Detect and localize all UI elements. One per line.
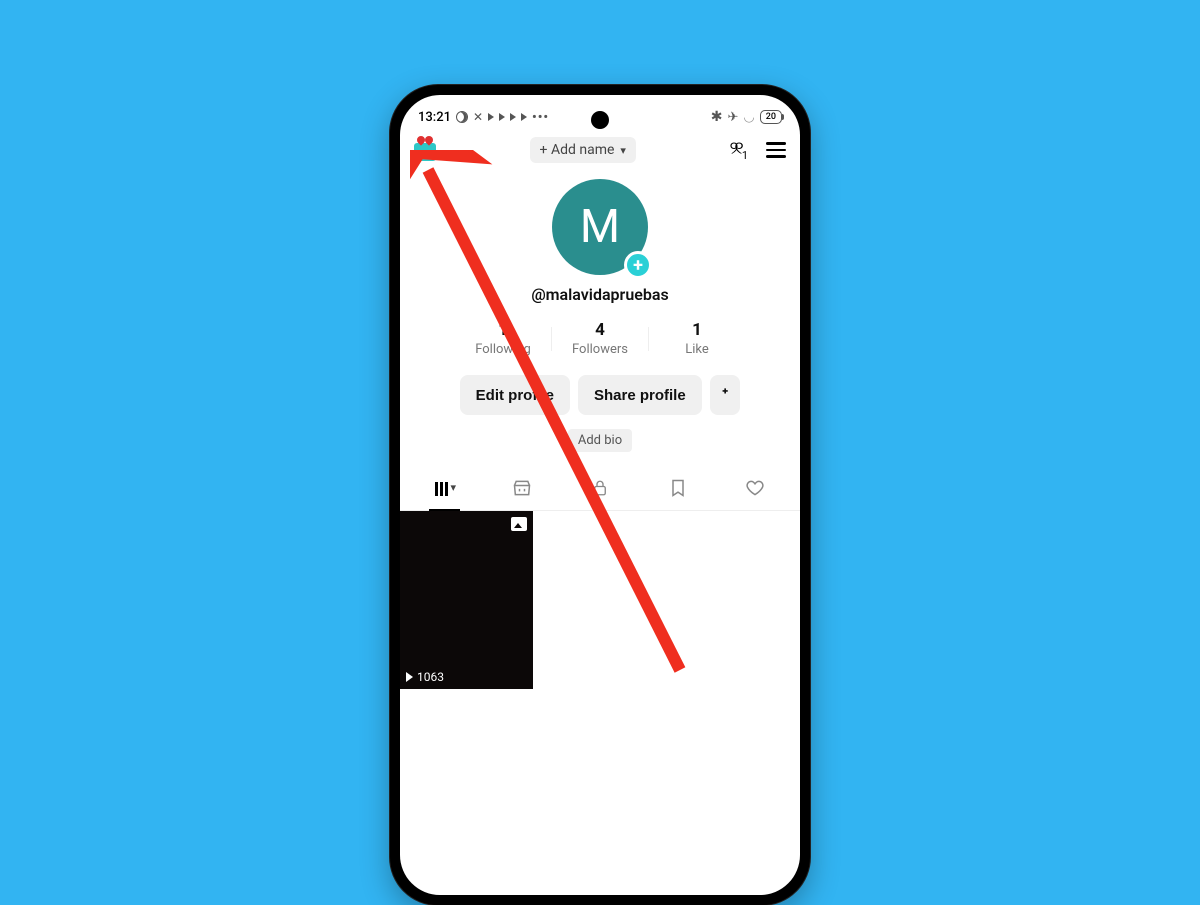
likes-count: 1 — [649, 320, 745, 340]
airplane-icon: ✈ — [728, 110, 739, 125]
add-bio-button[interactable]: Add bio — [568, 429, 632, 452]
edit-profile-button[interactable]: Edit profile — [460, 375, 570, 415]
following-label: Following — [455, 342, 551, 357]
followers-stat[interactable]: 4 Followers — [552, 320, 648, 357]
add-name-button[interactable]: + Add name ▾ — [530, 137, 636, 163]
bluetooth-icon: ✱ — [711, 109, 723, 125]
following-stat[interactable]: 1 Following — [455, 320, 551, 357]
add-friend-icon: ᕀ — [722, 385, 729, 404]
likes-label: Like — [649, 342, 745, 357]
viewers-button[interactable]: ୨୧1 — [729, 138, 748, 161]
action-buttons: Edit profile Share profile ᕀ — [400, 375, 800, 415]
tab-feed[interactable]: ▾ — [406, 470, 484, 510]
add-photo-button[interactable]: + — [624, 251, 652, 279]
wifi-icon: ◡ — [743, 110, 754, 125]
followers-label: Followers — [552, 342, 648, 357]
clock: 13:21 — [418, 110, 451, 125]
tab-saved[interactable] — [639, 470, 717, 510]
tab-shop[interactable] — [484, 470, 562, 510]
share-profile-button[interactable]: Share profile — [578, 375, 702, 415]
viewers-count: 1 — [742, 149, 748, 162]
play-icon — [488, 113, 494, 121]
following-count: 1 — [455, 320, 551, 340]
phone-frame: 13:21 ✕ ••• ✱ ✈ ◡ 20 + Add name ▾ — [390, 85, 810, 905]
heart-icon — [744, 478, 766, 498]
play-icon — [510, 113, 516, 121]
view-count: 1063 — [406, 670, 444, 684]
avatar-container: M + — [400, 179, 800, 275]
add-name-label: + Add name — [540, 142, 615, 158]
image-icon — [511, 517, 527, 531]
bookmark-icon — [668, 478, 688, 498]
footprints-icon: ୨୧ — [729, 138, 739, 159]
video-grid: 1063 — [400, 511, 800, 689]
dnd-icon — [456, 111, 468, 123]
video-thumbnail[interactable]: 1063 — [400, 511, 533, 689]
stats-row: 1 Following 4 Followers 1 Like — [400, 320, 800, 357]
lock-icon — [591, 478, 609, 498]
play-icon — [406, 672, 413, 682]
play-icon — [521, 113, 527, 121]
shop-icon — [512, 478, 532, 498]
screen: 13:21 ✕ ••• ✱ ✈ ◡ 20 + Add name ▾ — [400, 95, 800, 895]
avatar-initial: M — [580, 200, 620, 254]
play-icon — [499, 113, 505, 121]
chevron-down-icon: ▾ — [620, 144, 626, 157]
more-icon: ••• — [532, 110, 549, 125]
front-camera — [591, 111, 609, 129]
chevron-down-icon: ▾ — [451, 481, 457, 494]
followers-count: 4 — [552, 320, 648, 340]
likes-stat[interactable]: 1 Like — [649, 320, 745, 357]
gift-icon[interactable] — [414, 143, 436, 161]
mute-icon: ✕ — [473, 110, 483, 124]
menu-button[interactable] — [766, 142, 786, 158]
battery-icon: 20 — [760, 110, 782, 124]
tab-liked[interactable] — [716, 470, 794, 510]
username[interactable]: @malavidapruebas — [400, 285, 800, 304]
tab-private[interactable] — [561, 470, 639, 510]
content-tabs: ▾ — [400, 470, 800, 511]
add-friends-button[interactable]: ᕀ — [710, 375, 741, 415]
app-header: + Add name ▾ ୨୧1 — [400, 129, 800, 167]
avatar[interactable]: M + — [552, 179, 648, 275]
